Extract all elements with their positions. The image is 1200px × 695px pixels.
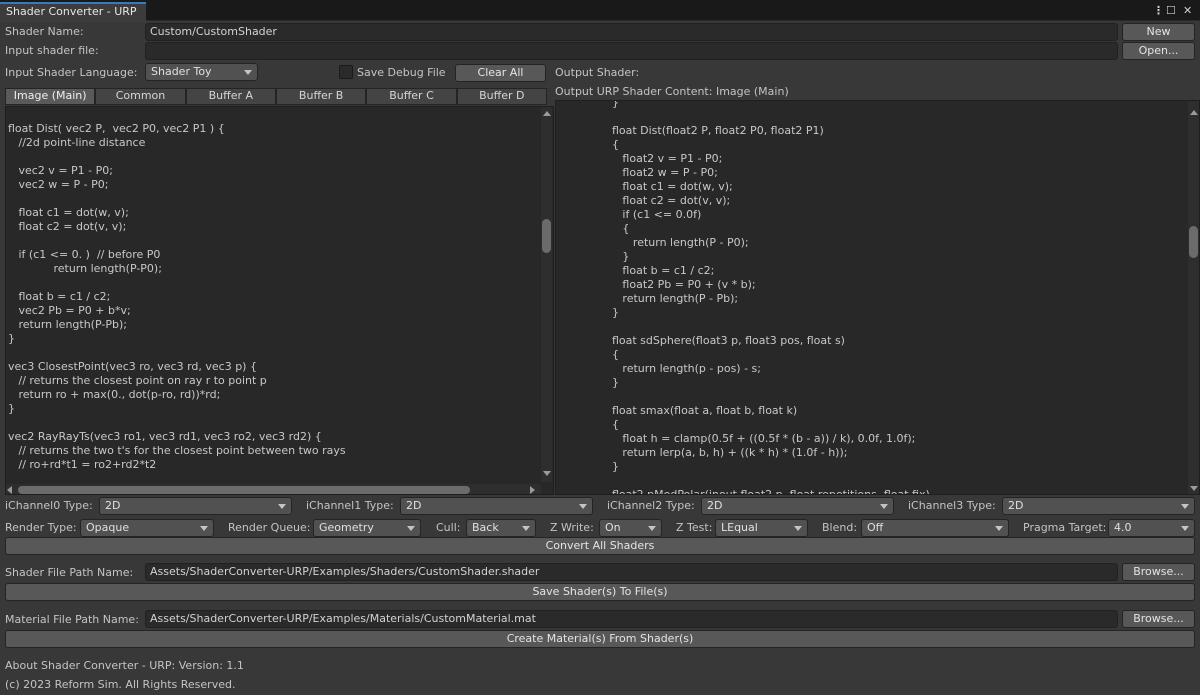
cull-value: Back (472, 521, 499, 534)
chevron-down-icon (794, 526, 802, 531)
input-code-text[interactable]: float Dist( vec2 P, vec2 P0, vec2 P1 ) {… (8, 108, 538, 472)
blend-dropdown[interactable]: Off (861, 519, 1009, 537)
window-title: Shader Converter - URP (6, 5, 137, 18)
cull-dropdown[interactable]: Back (466, 519, 536, 537)
tab-buffer-c[interactable]: Buffer C (366, 88, 457, 105)
output-code-viewer[interactable]: } float Dist(float2 P, float2 P0, float2… (555, 100, 1200, 495)
input-code-editor[interactable]: float Dist( vec2 P, vec2 P0, vec2 P1 ) {… (5, 106, 554, 495)
pragma-target-value: 4.0 (1114, 521, 1132, 534)
scroll-right-icon[interactable] (530, 486, 535, 494)
ichannel1-dropdown[interactable]: 2D (400, 497, 593, 515)
input-vertical-scroll-thumb[interactable] (542, 219, 551, 253)
ichannel1-label: iChannel1 Type: (306, 499, 394, 512)
z-test-label: Z Test: (676, 521, 713, 534)
convert-all-button[interactable]: Convert All Shaders (5, 537, 1195, 555)
render-type-label: Render Type: (5, 521, 77, 534)
shader-browse-button[interactable]: Browse... (1122, 563, 1195, 581)
chevron-down-icon (200, 526, 208, 531)
blend-value: Off (867, 521, 884, 534)
ichannel3-label: iChannel3 Type: (908, 499, 996, 512)
menu-icon[interactable]: ⋮ (1153, 4, 1164, 18)
z-write-dropdown[interactable]: On (599, 519, 662, 537)
clear-all-button[interactable]: Clear All (455, 64, 546, 82)
chevron-down-icon (995, 526, 1003, 531)
input-language-dropdown[interactable]: Shader Toy (145, 63, 258, 81)
ichannel2-dropdown[interactable]: 2D (701, 497, 894, 515)
ichannel3-value: 2D (1008, 499, 1024, 512)
chevron-down-icon (278, 504, 286, 509)
input-language-label: Input Shader Language: (5, 66, 138, 79)
chevron-down-icon (1181, 526, 1189, 531)
about-text: About Shader Converter - URP: Version: 1… (5, 659, 244, 672)
pragma-target-label: Pragma Target: (1023, 521, 1107, 534)
chevron-down-icon (880, 504, 888, 509)
chevron-down-icon (1181, 504, 1189, 509)
input-vertical-scrollbar[interactable] (541, 107, 552, 482)
scroll-left-icon[interactable] (7, 486, 12, 494)
material-browse-button[interactable]: Browse... (1122, 610, 1195, 628)
ichannel0-label: iChannel0 Type: (5, 499, 93, 512)
scroll-up-icon[interactable] (543, 111, 551, 116)
chevron-down-icon (244, 70, 252, 75)
scroll-up-icon[interactable] (1190, 110, 1198, 115)
shader-name-label: Shader Name: (5, 25, 84, 38)
tab-image-main[interactable]: Image (Main) (5, 88, 96, 105)
ichannel2-value: 2D (707, 499, 723, 512)
output-vertical-scroll-thumb[interactable] (1189, 226, 1198, 258)
chevron-down-icon (407, 526, 415, 531)
new-button[interactable]: New (1122, 23, 1195, 41)
shader-path-input[interactable]: Assets/ShaderConverter-URP/Examples/Shad… (145, 563, 1118, 581)
z-write-value: On (605, 521, 621, 534)
buffer-tabs: Image (Main) Common Buffer A Buffer B Bu… (5, 88, 547, 105)
pragma-target-dropdown[interactable]: 4.0 (1108, 519, 1195, 537)
tab-common[interactable]: Common (95, 88, 186, 105)
chevron-down-icon (522, 526, 530, 531)
output-content-label: Output URP Shader Content: Image (Main) (555, 85, 789, 98)
title-bar (0, 0, 1200, 21)
input-horizontal-scrollbar[interactable] (6, 484, 541, 494)
blend-label: Blend: (822, 521, 858, 534)
material-path-label: Material File Path Name: (5, 613, 139, 626)
save-debug-label: Save Debug File (357, 66, 446, 79)
z-test-dropdown[interactable]: LEqual (715, 519, 808, 537)
z-test-value: LEqual (721, 521, 758, 534)
close-icon[interactable]: ✕ (1183, 4, 1192, 18)
ichannel2-label: iChannel2 Type: (607, 499, 695, 512)
save-shaders-button[interactable]: Save Shader(s) To File(s) (5, 583, 1195, 601)
maximize-icon[interactable]: ☐ (1166, 4, 1176, 18)
ichannel0-value: 2D (105, 499, 121, 512)
render-type-value: Opaque (86, 521, 130, 534)
input-language-value: Shader Toy (151, 65, 212, 78)
ichannel0-dropdown[interactable]: 2D (99, 497, 292, 515)
save-debug-checkbox[interactable] (339, 65, 353, 79)
ichannel1-value: 2D (406, 499, 422, 512)
output-shader-label: Output Shader: (555, 66, 640, 79)
output-vertical-scrollbar[interactable] (1188, 101, 1199, 494)
tab-buffer-d[interactable]: Buffer D (456, 88, 547, 105)
scroll-down-icon[interactable] (1190, 486, 1198, 491)
input-horizontal-scroll-thumb[interactable] (18, 486, 470, 494)
output-code-text[interactable]: } float Dist(float2 P, float2 P0, float2… (556, 101, 1186, 494)
open-button[interactable]: Open... (1122, 42, 1195, 60)
ichannel3-dropdown[interactable]: 2D (1002, 497, 1195, 515)
copyright-text: (c) 2023 Reform Sim. All Rights Reserved… (5, 678, 236, 691)
shader-path-label: Shader File Path Name: (5, 566, 134, 579)
z-write-label: Z Write: (550, 521, 594, 534)
chevron-down-icon (648, 526, 656, 531)
render-queue-dropdown[interactable]: Geometry (313, 519, 421, 537)
scroll-down-icon[interactable] (543, 471, 551, 476)
tab-buffer-a[interactable]: Buffer A (185, 88, 276, 105)
render-type-dropdown[interactable]: Opaque (80, 519, 214, 537)
render-queue-value: Geometry (319, 521, 374, 534)
input-file-field[interactable] (145, 42, 1118, 60)
chevron-down-icon (579, 504, 587, 509)
input-file-label: Input shader file: (5, 44, 99, 57)
tab-buffer-b[interactable]: Buffer B (275, 88, 367, 105)
material-path-input[interactable]: Assets/ShaderConverter-URP/Examples/Mate… (145, 610, 1118, 628)
create-material-button[interactable]: Create Material(s) From Shader(s) (5, 630, 1195, 648)
render-queue-label: Render Queue: (228, 521, 311, 534)
cull-label: Cull: (436, 521, 461, 534)
shader-name-input[interactable]: Custom/CustomShader (145, 23, 1118, 41)
